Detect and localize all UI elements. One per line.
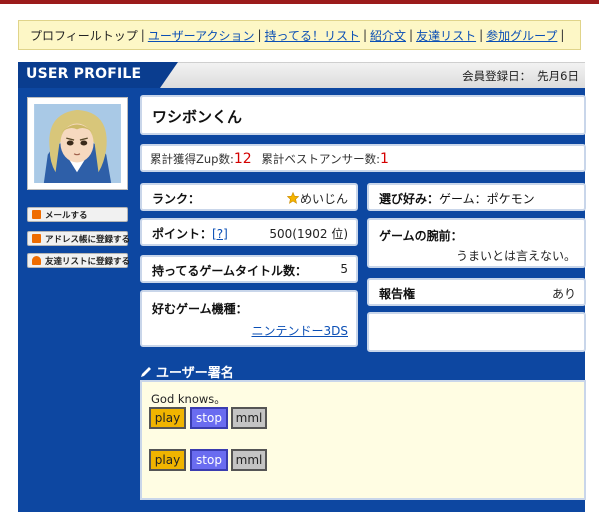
signature-heading-label: ユーザー署名 [156,366,234,381]
nav-link-user-actions[interactable]: ユーザーアクション [145,27,258,44]
signature-box: God knows。 play stop mml play stop mml [140,380,586,500]
stats-card: 累計獲得Zup数:12 累計ベストアンサー数:1 [140,144,586,172]
nav-link-owned-list[interactable]: 持ってる！リスト [262,27,363,44]
star-icon [286,192,299,204]
signature-heading: ユーザー署名 [140,362,234,381]
user-name: ワシボンくん [152,108,243,126]
rank-label: ランク： [152,192,201,206]
mml-button[interactable]: mml [231,407,267,429]
name-card: ワシボンくん [140,95,586,135]
point-label: ポイント： [152,227,213,241]
profile-panel: メールする アドレス帳に登録する 友達リストに登録する ワシボンくん 累計獲得Z… [18,88,586,512]
profile-header: USER PROFILE 会員登録日： 先月6日 [18,62,585,88]
member-since-value: 先月6日 [537,69,579,83]
console-label: 好むゲーム機種： [152,302,248,316]
nav-link-introduction[interactable]: 紹介文 [367,27,409,44]
titles-label: 持ってるゲームタイトル数： [152,264,308,278]
header-tab-slant [160,62,178,88]
address-book-icon [32,234,41,243]
member-since: 会員登録日： 先月6日 [456,68,579,84]
console-card: 好むゲーム機種： ニンテンドー3DS [140,290,358,347]
stats-line: 累計獲得Zup数:12 累計ベストアンサー数:1 [150,151,389,167]
play-button[interactable]: play [149,449,186,471]
avatar [27,97,128,190]
point-help-link[interactable]: [?] [212,227,228,241]
report-label: 報告権 [379,287,416,301]
skill-card: ゲームの腕前： うまいとは言えない。 [367,218,586,268]
mail-icon [32,210,41,219]
page-title: USER PROFILE [26,66,142,82]
rank-value: めいじん [299,192,348,206]
avatar-image [34,104,121,183]
add-to-address-book-label: アドレス帳に登録する [45,234,131,245]
point-value: 500(1902 位) [269,227,348,241]
console-value-link[interactable]: ニンテンドー3DS [252,322,349,339]
titles-value: 5 [340,262,348,276]
stop-button[interactable]: stop [190,449,228,471]
rank-value-wrap: めいじん [286,190,348,207]
stop-button[interactable]: stop [190,407,228,429]
point-card: ポイント：[?] 500(1902 位) [140,218,358,246]
play-button[interactable]: play [149,407,186,429]
pencil-icon [141,367,151,377]
signature-text: God knows。 [151,392,226,406]
add-to-friend-list-label: 友達リストに登録する [45,256,131,267]
send-mail-button[interactable]: メールする [27,207,128,222]
skill-value: うまいとは言えない。 [455,249,576,263]
member-since-label: 会員登録日： [462,69,532,83]
nav-link-friend-list[interactable]: 友達リスト [413,27,479,44]
preference-card: 選び好み：ゲーム：ポケモン [367,183,586,211]
report-value: あり [551,287,576,301]
empty-card [367,312,586,352]
user-icon [32,256,41,265]
best-answer-value: 1 [379,151,389,167]
mml-button[interactable]: mml [231,449,267,471]
preference-wrap: 選び好み：ゲーム：ポケモン [379,190,535,207]
skill-label: ゲームの腕前： [379,229,463,243]
zup-count-label: 累計獲得Zup数: [150,152,234,166]
preference-label: 選び好み： [379,192,440,206]
rank-card: ランク： めいじん [140,183,358,211]
nav-separator: | [560,28,565,42]
point-label-wrap: ポイント：[?] [152,225,228,242]
nav-item-profile-top: プロフィールトップ [30,28,138,43]
titles-card: 持ってるゲームタイトル数： 5 [140,255,358,283]
send-mail-label: メールする [45,210,88,221]
nav-link-groups[interactable]: 参加グループ [483,27,560,44]
zup-count-value: 12 [233,151,252,167]
profile-nav-bar: プロフィールトップ | ユーザーアクション | 持ってる！リスト | 紹介文 |… [18,20,581,50]
preference-value: ゲーム：ポケモン [439,192,535,206]
best-answer-label: 累計ベストアンサー数: [261,152,380,166]
add-to-friend-list-button[interactable]: 友達リストに登録する [27,253,131,268]
add-to-address-book-button[interactable]: アドレス帳に登録する [27,231,131,246]
top-accent-line [0,0,599,4]
report-card: 報告権 あり [367,278,586,306]
